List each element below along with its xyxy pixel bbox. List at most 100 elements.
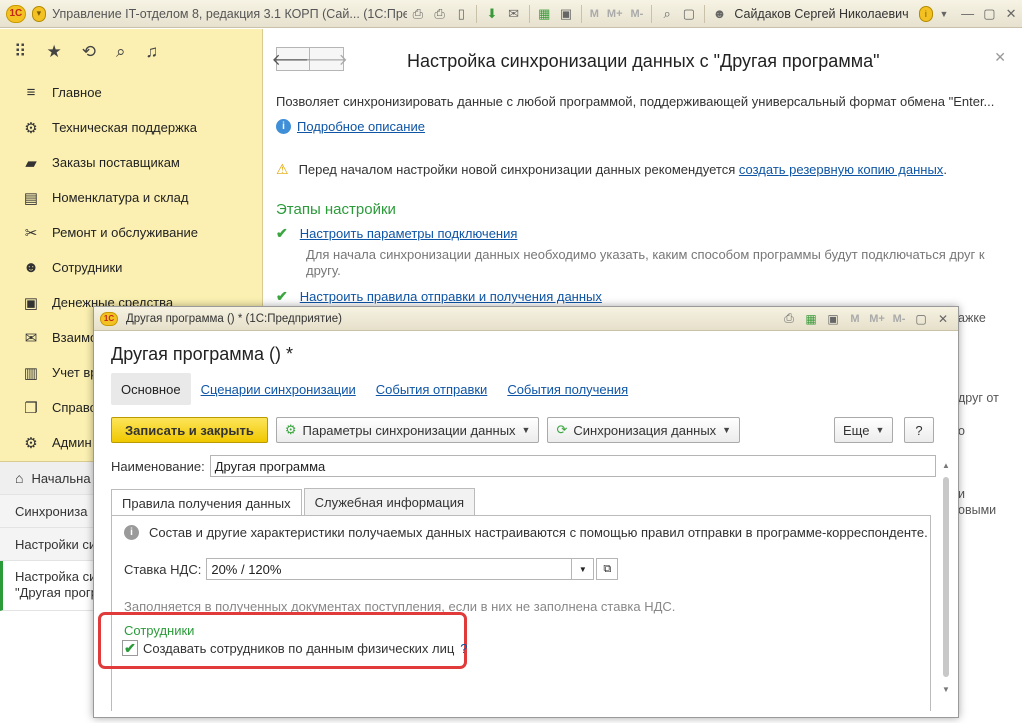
modal-window: 1С Другая программа () * (1С:Предприятие…	[93, 306, 959, 718]
app-title: Управление IT-отделом 8, редакция 3.1 КО…	[52, 6, 407, 21]
search-icon[interactable]: ⌕	[658, 4, 676, 24]
employees-group-title: Сотрудники	[124, 623, 195, 638]
tab-receive-events[interactable]: События получения	[497, 373, 638, 405]
warning-text: Перед началом настройки новой синхрониза…	[298, 162, 736, 177]
maximize-icon[interactable]: ▢	[981, 4, 999, 24]
minimize-icon[interactable]: —	[959, 4, 977, 24]
sidebar-toolbar: ⠿ ★ ⟲ ⌕ ♫	[0, 29, 262, 75]
vat-input[interactable]: 20% / 120%	[206, 558, 573, 580]
sidebar-item-4[interactable]: ✂ Ремонт и обслуживание	[0, 215, 262, 250]
description-text: Позволяет синхронизировать данные с любо…	[276, 94, 995, 109]
main-menu-icon[interactable]: ▾	[31, 5, 47, 22]
calculator-icon[interactable]: ▦	[800, 312, 822, 326]
modal-window-title: Другая программа () * (1С:Предприятие)	[126, 312, 342, 325]
user-name[interactable]: Сайдаков Сергей Николаевич	[734, 7, 908, 21]
support-icon: ⚙	[24, 119, 38, 137]
memory-plus-icon[interactable]: M+	[607, 8, 623, 20]
more-button[interactable]: Еще ▼	[834, 417, 894, 443]
sidebar-item-label: Техническая поддержка	[52, 120, 197, 135]
employees-checkbox[interactable]: ✔	[122, 640, 138, 656]
chevron-down-icon[interactable]: ▼	[935, 4, 953, 24]
backup-link[interactable]: создать резервную копию данных	[739, 162, 943, 177]
name-input[interactable]: Другая программа	[209, 455, 936, 477]
modal-title-bar: 1С Другая программа () * (1С:Предприятие…	[94, 307, 958, 331]
close-icon[interactable]: ✕	[932, 312, 954, 326]
memory-minus-icon[interactable]: M-	[888, 313, 910, 325]
scroll-down-icon[interactable]: ▼	[942, 685, 950, 694]
scroll-up-icon[interactable]: ▲	[942, 461, 950, 470]
tab-receive-rules[interactable]: Правила получения данных	[111, 489, 302, 516]
close-icon[interactable]: ✕	[1002, 4, 1020, 24]
mail-icon[interactable]: ✉	[505, 4, 523, 24]
sync-data-button[interactable]: ⟳ Синхронизация данных ▼	[547, 417, 741, 443]
app-logo: 1С	[100, 311, 118, 326]
calculator-icon[interactable]: ▦	[535, 4, 553, 24]
tab-service-info[interactable]: Служебная информация	[303, 488, 476, 515]
sidebar-item-1[interactable]: ⚙ Техническая поддержка	[0, 110, 262, 145]
scrollbar-thumb[interactable]	[943, 477, 949, 677]
search-icon[interactable]: ⌕	[116, 42, 126, 62]
memory-minus-icon[interactable]: M-	[631, 8, 644, 20]
print-preview-icon[interactable]: ⎙	[431, 4, 449, 24]
employees-checkbox-label[interactable]: Создавать сотрудников по данным физическ…	[143, 641, 454, 656]
app-logo: 1С	[6, 4, 26, 23]
name-label: Наименование:	[111, 458, 205, 474]
apps-grid-icon[interactable]: ⠿	[14, 42, 26, 62]
sidebar-item-2[interactable]: ▰ Заказы поставщикам	[0, 145, 262, 180]
sidebar-item-label: Справо	[52, 400, 97, 415]
employees-help-link[interactable]: ?	[460, 641, 467, 656]
warning-icon: ⚠	[276, 161, 289, 177]
preview-icon[interactable]: ▯	[452, 4, 470, 24]
book-icon: ❐	[24, 399, 38, 417]
connection-params-link[interactable]: Настроить параметры подключения	[300, 226, 518, 241]
inner-tabs: Правила получения данных Служебная инфор…	[111, 488, 477, 516]
menu-icon: ≡	[26, 84, 36, 101]
user-icon: ☻	[712, 6, 727, 21]
clipped-text: друг от	[958, 391, 999, 405]
calendar-icon[interactable]: ▣	[557, 4, 575, 24]
rules-link[interactable]: Настроить правила отправки и получения д…	[300, 289, 602, 304]
stages-title: Этапы настройки	[276, 201, 396, 218]
tab-send-events[interactable]: События отправки	[366, 373, 498, 405]
close-form-icon[interactable]: ✕	[994, 49, 1006, 66]
bell-icon[interactable]: ♫	[145, 42, 158, 62]
tab-scenarios[interactable]: Сценарии синхронизации	[191, 373, 366, 405]
sidebar-item-3[interactable]: ▤ Номенклатура и склад	[0, 180, 262, 215]
save-and-close-button[interactable]: Записать и закрыть	[111, 417, 268, 443]
sync-params-button[interactable]: ⚙ Параметры синхронизации данных ▼	[275, 417, 540, 443]
clipped-text: ажке	[958, 311, 986, 325]
inner-panel: i Состав и другие характеристики получае…	[98, 515, 931, 711]
maximize-icon[interactable]: ▢	[910, 312, 932, 326]
truck-icon: ▰	[25, 154, 37, 172]
sidebar-item-5[interactable]: ☻ Сотрудники	[0, 250, 262, 285]
calendar-icon[interactable]: ▣	[822, 312, 844, 326]
details-link[interactable]: Подробное описание	[297, 119, 425, 134]
history-icon[interactable]: ⟲	[82, 42, 96, 62]
info-icon: i	[124, 525, 139, 540]
tab-main[interactable]: Основное	[111, 373, 191, 405]
print-icon[interactable]: ⎙	[409, 4, 427, 24]
save-icon[interactable]: ⬇	[483, 4, 501, 24]
vat-dropdown-button[interactable]: ▼	[572, 558, 595, 580]
memory-m-icon[interactable]: M	[844, 313, 866, 325]
sidebar-item-label: Номенклатура и склад	[52, 190, 189, 205]
scrollbar[interactable]: ▲ ▼	[941, 457, 951, 697]
gear-icon: ⚙	[24, 434, 38, 452]
sidebar-item-label: Главное	[52, 85, 102, 100]
vat-label: Ставка НДС:	[124, 561, 202, 577]
print-icon[interactable]: ⎙	[778, 311, 800, 326]
sidebar-item-label: Админ	[52, 435, 92, 450]
check-icon: ✔	[276, 225, 288, 241]
sidebar-item-0[interactable]: ≡ Главное	[0, 75, 262, 110]
vat-open-button[interactable]: ⧉	[596, 558, 619, 580]
clipboard-icon: ▥	[23, 364, 39, 382]
chevron-down-icon: ▼	[722, 425, 732, 435]
memory-plus-icon[interactable]: M+	[866, 313, 888, 325]
help-button[interactable]: ?	[904, 417, 934, 443]
memory-m-icon[interactable]: M	[590, 8, 599, 20]
window-icon[interactable]: ▢	[680, 4, 698, 24]
forward-button[interactable]: 🡒	[305, 47, 348, 71]
star-icon[interactable]: ★	[46, 42, 61, 62]
info-icon[interactable]: i	[918, 5, 934, 22]
sidebar-item-label: Взаимо	[52, 330, 98, 345]
